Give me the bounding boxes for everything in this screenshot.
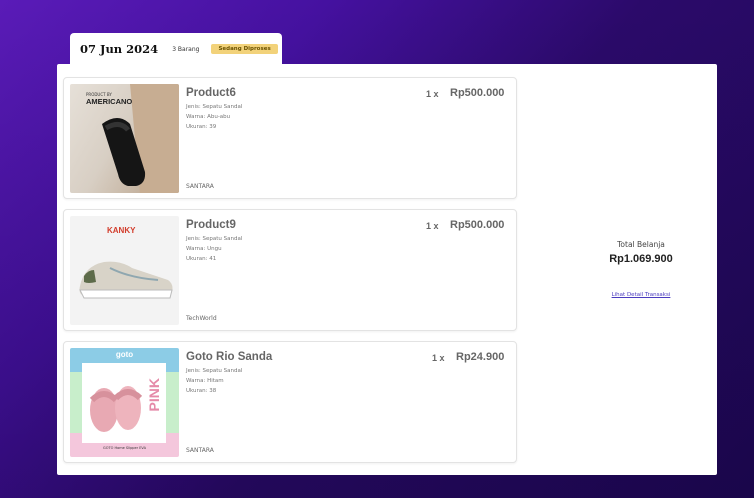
price: Rp500.000 [450, 87, 505, 99]
product-type: Jenis: Sepatu Sandal [186, 368, 243, 374]
transaction-detail-link[interactable]: Lihat Detail Transaksi [571, 292, 711, 298]
quantity: 1 x [426, 221, 439, 231]
order-item-product6[interactable]: PRODUCT BY AMERICANO Product6 Jenis: Sep… [63, 77, 517, 199]
order-date: 07 Jun 2024 [80, 42, 159, 56]
product-color: Warna: Ungu [186, 246, 222, 252]
product-color: Warna: Abu-abu [186, 114, 231, 120]
product-type: Jenis: Sepatu Sandal [186, 104, 243, 110]
image-brand-text: KANKY [107, 226, 136, 235]
status-badge: Sedang Diproses [211, 44, 278, 54]
product-name[interactable]: Product9 [186, 219, 236, 231]
total-label: Total Belanja [617, 240, 665, 249]
quantity: 1 x [426, 89, 439, 99]
image-brand-text: AMERICANO [86, 97, 133, 106]
store-name[interactable]: TechWorld [186, 315, 217, 322]
order-item-goto-rio-sanda[interactable]: goto PINK GOTO Home Slipper EVA Goto Rio… [63, 341, 517, 463]
order-item-product9[interactable]: KANKY Product9 Jenis: Sepatu Sandal Warn… [63, 209, 517, 331]
order-header-tab: 07 Jun 2024 3 Barang Sedang Diproses [70, 33, 282, 65]
product-type: Jenis: Sepatu Sandal [186, 236, 243, 242]
price: Rp500.000 [450, 219, 505, 231]
total-value: Rp1.069.900 [609, 253, 673, 265]
product-name[interactable]: Product6 [186, 87, 236, 99]
price: Rp24.900 [456, 351, 505, 363]
store-name[interactable]: SANTARA [186, 183, 214, 190]
product-image: KANKY [70, 216, 179, 325]
quantity: 1 x [432, 353, 445, 363]
product-color: Warna: Hitam [186, 378, 224, 384]
order-card: PRODUCT BY AMERICANO Product6 Jenis: Sep… [57, 64, 717, 475]
product-size: Ukuran: 41 [186, 256, 217, 262]
product-name[interactable]: Goto Rio Sanda [186, 351, 272, 363]
product-size: Ukuran: 38 [186, 388, 217, 394]
store-name[interactable]: SANTARA [186, 447, 214, 454]
product-size: Ukuran: 39 [186, 124, 217, 130]
product-image: PRODUCT BY AMERICANO [70, 84, 179, 193]
product-image: goto PINK GOTO Home Slipper EVA [70, 348, 179, 457]
slipper-icon [89, 386, 143, 432]
item-count: 3 Barang [172, 45, 200, 53]
